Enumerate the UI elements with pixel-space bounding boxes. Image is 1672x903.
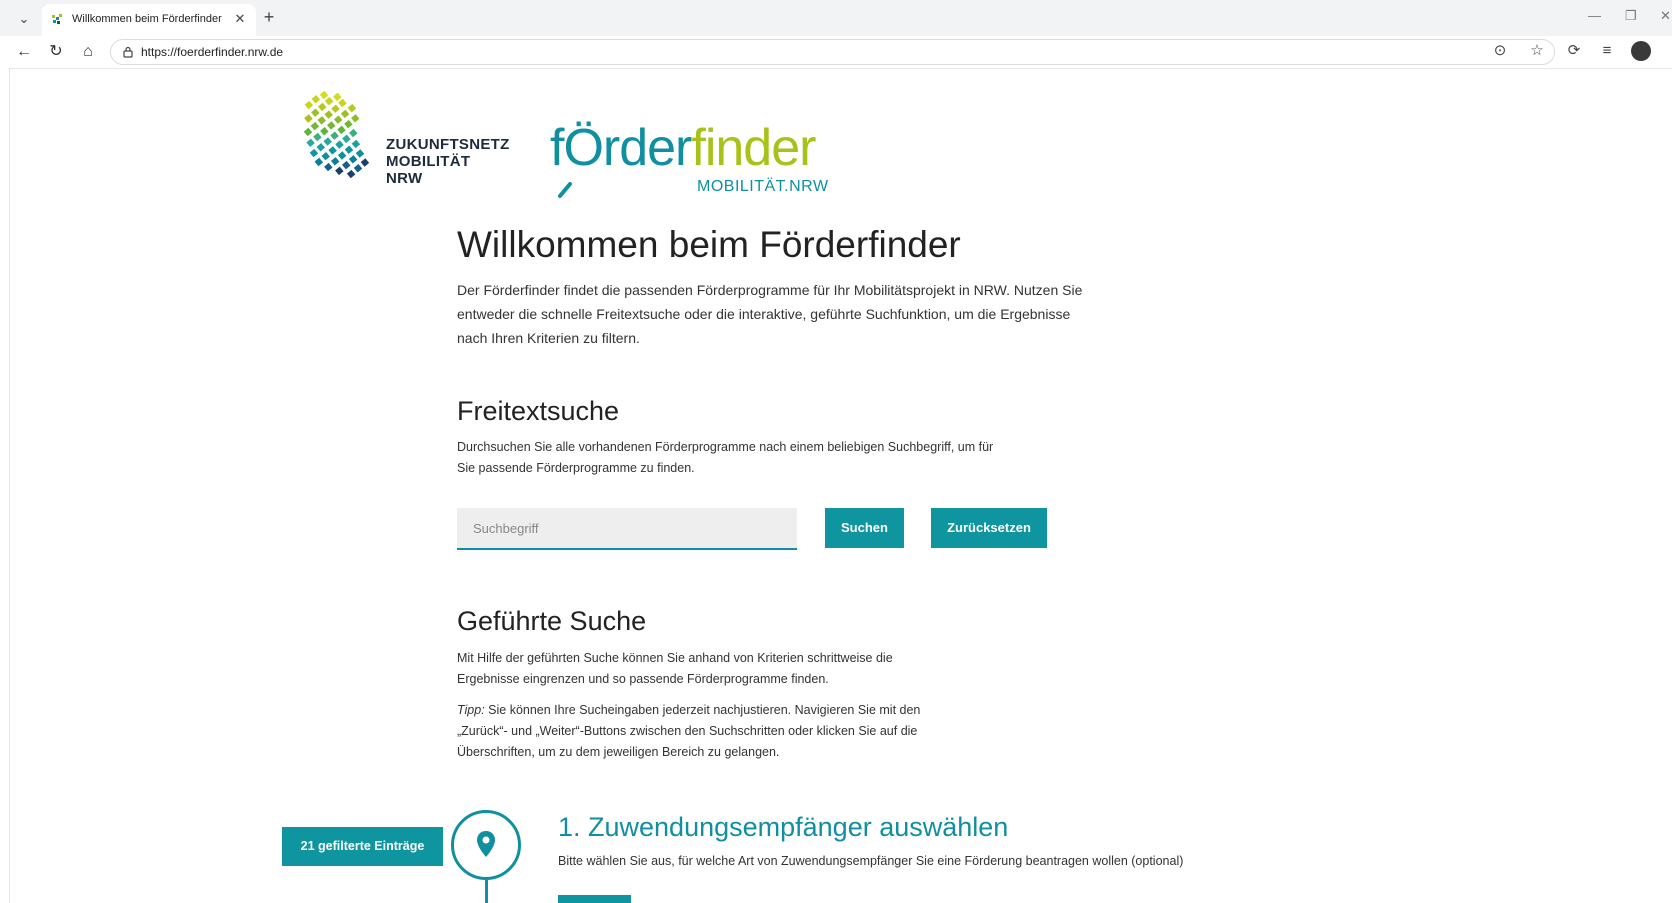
search-input[interactable] [457,508,797,550]
tip-label: Tipp: [457,703,485,717]
reload-icon[interactable]: ↻ [46,42,66,62]
magnifier-icon [558,182,572,198]
foerderfinder-logo[interactable]: fÖrderfinder MOBILITÄT.NRW [550,120,850,200]
zukunftsnetz-logo[interactable]: ZUKUNFTSNETZ MOBILITÄT NRW [290,80,510,200]
profile-avatar[interactable] [1631,41,1651,61]
new-tab-icon[interactable]: + [260,8,278,26]
lock-icon [123,46,133,58]
tip-text: Sie können Ihre Sucheingaben jederzeit n… [457,703,921,759]
address-bar[interactable]: https://foerderfinder.nrw.de [110,39,1555,65]
location-pin-icon [477,831,495,857]
step-1-description: Bitte wählen Sie aus, für welche Art von… [558,854,1184,868]
freitext-description: Durchsuchen Sie alle vorhandenen Förderp… [457,440,994,475]
browser-tab[interactable]: Willkommen beim Förderfinder ✕ [42,4,256,36]
step-connector-line [485,880,488,903]
page-title: Willkommen beim Förderfinder [457,224,961,265]
guided-search-description: Mit Hilfe der geführten Suche können Sie… [457,651,893,686]
tab-list-chevron-icon[interactable]: ⌄ [14,9,34,29]
favorite-star-icon[interactable]: ☆ [1527,41,1547,61]
favorites-list-icon[interactable]: ≡ [1597,41,1617,61]
step-1-option-button[interactable] [558,895,631,903]
intro-text: Der Förderfinder findet die passenden Fö… [457,282,1083,346]
step-1-marker[interactable] [451,810,521,880]
zukunftsnetz-pixel-mark-icon [303,90,370,179]
filtered-entries-badge: 21 gefilterte Einträge [282,827,443,866]
restore-icon[interactable]: ❐ [1625,8,1637,24]
minimize-icon[interactable]: — [1588,8,1601,23]
extensions-icon[interactable]: ⟳ [1564,41,1584,61]
url-text: https://foerderfinder.nrw.de [141,45,284,59]
step-1-title[interactable]: 1. Zuwendungsempfänger auswählen [558,812,1008,843]
zukunftsnetz-wordmark: ZUKUNFTSNETZ MOBILITÄT NRW [386,136,510,187]
browser-toolbar: ← ↻ ⌂ https://foerderfinder.nrw.de ⊙ ☆ ⟳… [0,36,1672,68]
back-arrow-icon[interactable]: ← [14,42,34,62]
guided-search-tip: Tipp: Sie können Ihre Sucheingaben jeder… [457,700,967,763]
favicon-icon [52,14,62,24]
close-window-icon[interactable]: ✕ [1660,8,1671,24]
browser-tabbar: ⌄ Willkommen beim Förderfinder ✕ + — ❐ ✕ [0,0,1672,36]
search-button[interactable]: Suchen [825,508,904,548]
reset-button[interactable]: Zurücksetzen [931,508,1047,548]
page-info-icon[interactable]: ⊙ [1490,41,1510,61]
guided-search-heading: Geführte Suche [457,606,647,636]
home-icon[interactable]: ⌂ [78,42,98,62]
foerderfinder-subtitle: MOBILITÄT.NRW [697,178,829,195]
tab-title: Willkommen beim Förderfinder [72,13,222,25]
freitext-heading: Freitextsuche [457,396,620,426]
tab-close-icon[interactable]: ✕ [232,11,248,27]
